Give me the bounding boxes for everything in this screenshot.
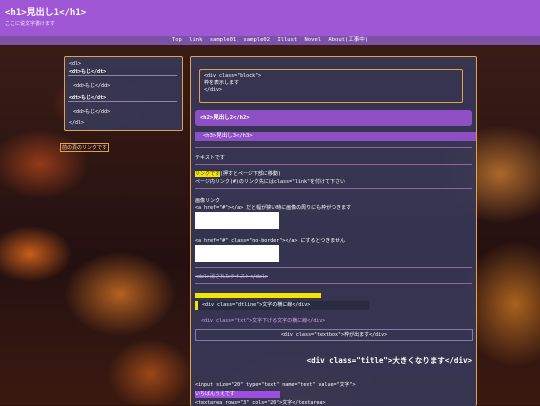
divider (195, 283, 472, 284)
dtline-marker (195, 301, 198, 310)
dtline-highlight (195, 293, 321, 298)
image-link-code: <a href="#" class="no-border"></a> にするとつ… (195, 238, 346, 244)
input-code: <input size="20" type="text" name="text"… (195, 382, 356, 388)
indent-text: <div class="txt">文字下げる文字の横に線</div> (201, 318, 326, 324)
nav-item-illust[interactable]: Illust (277, 37, 297, 43)
image-link-sample[interactable] (195, 212, 279, 229)
sidebar-dl-open: <dl> (69, 61, 82, 67)
page-link[interactable]: リンクです (195, 171, 221, 177)
site-title: <h1>見出し1</h1> (5, 8, 87, 18)
sidebar-divider (68, 75, 177, 76)
sidebar-dd: <dd>もじ</dd> (73, 109, 111, 115)
textbox-sample: <div class="textbox">枠が出ます</div> (195, 329, 473, 341)
dtline-code: <div class="dtline">文字の横に線</div> (202, 302, 311, 308)
h2-heading: <h2>見出し2</h2> (195, 110, 472, 126)
block-line: 枠を表示します (204, 80, 240, 86)
block-box: <div class="block"> 枠を表示します </div> (199, 69, 463, 103)
main-panel: <div class="block"> 枠を表示します </div> <h2>見… (190, 56, 477, 406)
h3-heading: <h3>見出し3</h3> (195, 132, 476, 141)
title-sample: <div class="title">大きくなります</div> (306, 356, 472, 365)
block-line: <div class="block"> (204, 73, 262, 79)
nav-item-sample02[interactable]: sample02 (244, 37, 271, 43)
back-link[interactable]: 前の頁のリンクです (60, 143, 110, 152)
divider (195, 164, 472, 165)
sidebar-dt: <dt>もじ</dt> (69, 95, 107, 101)
dtline-sample: <div class="dtline">文字の横に線</div> (195, 301, 369, 310)
site-header: <h1>見出し1</h1> ここに说文字書けます (0, 0, 540, 36)
body-text: テキストです (195, 155, 225, 161)
image-link-code: <a href="#"></a> だと幅が狭い時に画像の周りにも枠がつきます (195, 205, 352, 211)
link-line: リンクです(押すとページ下部に移動) (195, 170, 281, 177)
page-link-note: (押すとページ下部に移動) (220, 171, 281, 177)
h2-heading-text: <h2>見出し2</h2> (200, 115, 250, 121)
nav-item-top[interactable]: Top (172, 37, 182, 43)
sidebar-dd: <dd>もじ</dd> (73, 83, 111, 89)
nav-item-novel[interactable]: Novel (305, 37, 322, 43)
divider (195, 267, 472, 268)
divider (195, 188, 472, 189)
site-description: ここに说文字書けます (5, 21, 56, 27)
nav-item-about[interactable]: About(工事中) (328, 37, 368, 43)
block-line: </div> (204, 87, 223, 93)
divider (195, 147, 472, 148)
nav-item-link[interactable]: link (189, 37, 202, 43)
sidebar-divider (68, 101, 177, 102)
image-link-title: 画像リンク (195, 198, 221, 204)
input-sample[interactable]: いちばんうえです (195, 391, 280, 398)
sidebar-panel: <dl> <dt>もじ</dt> <dd>もじ</dd> <dt>もじ</dt>… (64, 56, 183, 131)
sidebar-dl-close: </dl> (69, 120, 85, 126)
page-link-instruction: ページ内リンク(#)のリンク先にはclass="link"を付けて下さい (195, 179, 346, 185)
deleted-text: <del>消されたテキスト</del> (195, 274, 268, 280)
top-nav: Top link sample01 sample02 Illust Novel … (0, 36, 540, 45)
h3-heading-text: <h3>見出し3</h3> (203, 133, 253, 139)
sidebar-dt: <dt>もじ</dt> (69, 69, 107, 75)
nav-item-sample01[interactable]: sample01 (210, 37, 237, 43)
image-link-sample[interactable] (195, 245, 279, 262)
